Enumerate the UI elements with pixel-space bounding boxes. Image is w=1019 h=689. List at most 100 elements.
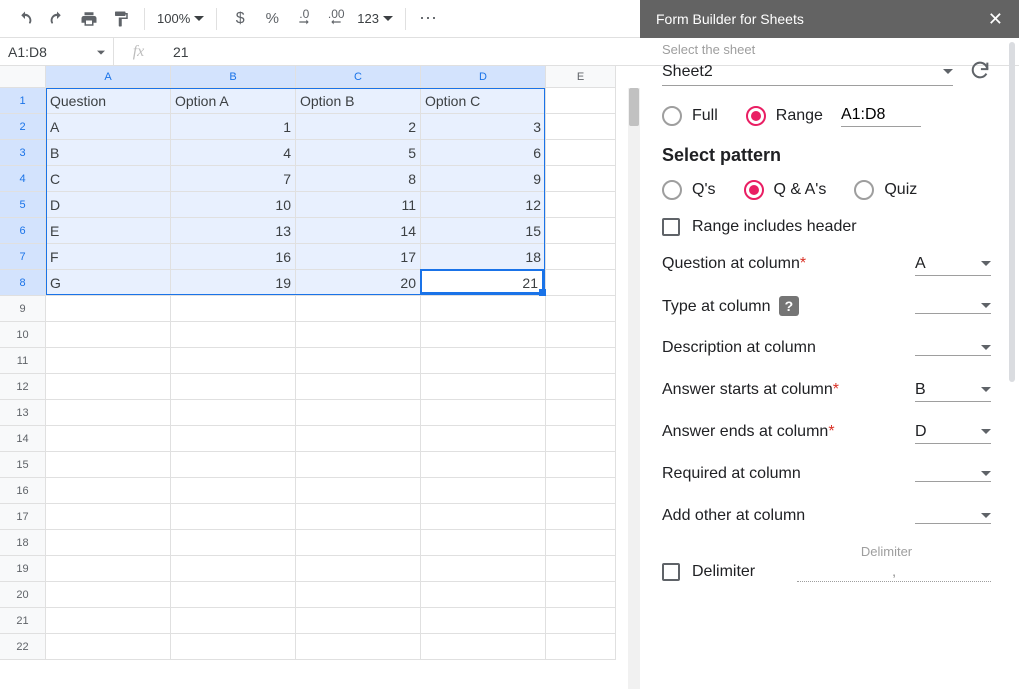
row-header[interactable]: 7: [0, 244, 46, 270]
cell[interactable]: [421, 322, 546, 348]
cell[interactable]: G: [46, 270, 171, 296]
currency-button[interactable]: $: [225, 4, 255, 34]
cell[interactable]: [546, 348, 616, 374]
cell[interactable]: [296, 608, 421, 634]
row-header[interactable]: 15: [0, 452, 46, 478]
cell[interactable]: [421, 582, 546, 608]
cell[interactable]: [421, 504, 546, 530]
include-header-checkbox[interactable]: [662, 218, 680, 236]
select-all-corner[interactable]: [0, 66, 46, 88]
row-header[interactable]: 18: [0, 530, 46, 556]
cell[interactable]: 1: [171, 114, 296, 140]
cell[interactable]: [296, 582, 421, 608]
cell[interactable]: 9: [421, 166, 546, 192]
row-header[interactable]: 20: [0, 582, 46, 608]
print-button[interactable]: [74, 4, 104, 34]
cell[interactable]: 16: [171, 244, 296, 270]
name-box[interactable]: A1:D8: [0, 38, 113, 65]
row-header[interactable]: 17: [0, 504, 46, 530]
cell[interactable]: [421, 556, 546, 582]
cell[interactable]: 20: [296, 270, 421, 296]
cell[interactable]: [546, 114, 616, 140]
cell[interactable]: [421, 400, 546, 426]
cell[interactable]: 17: [296, 244, 421, 270]
required-col-dropdown[interactable]: [915, 467, 991, 482]
close-sidebar-button[interactable]: ✕: [988, 9, 1003, 30]
cell[interactable]: 6: [421, 140, 546, 166]
cell[interactable]: [421, 608, 546, 634]
answer-end-col-dropdown[interactable]: D: [915, 421, 991, 444]
decrease-decimal-button[interactable]: .0: [289, 4, 319, 34]
paint-format-button[interactable]: [106, 4, 136, 34]
cell[interactable]: Question: [46, 88, 171, 114]
cell[interactable]: 19: [171, 270, 296, 296]
row-header[interactable]: 6: [0, 218, 46, 244]
cell[interactable]: [546, 192, 616, 218]
cell[interactable]: [46, 556, 171, 582]
cell[interactable]: 3: [421, 114, 546, 140]
undo-button[interactable]: [10, 4, 40, 34]
cell[interactable]: 7: [171, 166, 296, 192]
range-input[interactable]: [841, 104, 921, 127]
cell[interactable]: B: [46, 140, 171, 166]
cell[interactable]: [296, 452, 421, 478]
cell[interactable]: [46, 374, 171, 400]
cell[interactable]: [546, 270, 616, 296]
cell[interactable]: [46, 634, 171, 660]
cell[interactable]: A: [46, 114, 171, 140]
cell[interactable]: 21: [421, 270, 546, 296]
cell[interactable]: 11: [296, 192, 421, 218]
addother-col-dropdown[interactable]: [915, 509, 991, 524]
cell[interactable]: [546, 634, 616, 660]
cell[interactable]: [171, 582, 296, 608]
cell[interactable]: [171, 504, 296, 530]
cell[interactable]: [421, 452, 546, 478]
cell[interactable]: [46, 504, 171, 530]
cell[interactable]: [421, 530, 546, 556]
cell[interactable]: [46, 400, 171, 426]
cell[interactable]: [546, 452, 616, 478]
cell[interactable]: [171, 556, 296, 582]
cell[interactable]: [46, 348, 171, 374]
cell[interactable]: Option C: [421, 88, 546, 114]
cell[interactable]: [546, 400, 616, 426]
cell[interactable]: [546, 530, 616, 556]
cell[interactable]: [46, 530, 171, 556]
cell[interactable]: 18: [421, 244, 546, 270]
cell[interactable]: [421, 374, 546, 400]
cell[interactable]: [546, 608, 616, 634]
row-header[interactable]: 11: [0, 348, 46, 374]
cell[interactable]: [296, 374, 421, 400]
cell[interactable]: [296, 634, 421, 660]
range-radio[interactable]: [746, 106, 766, 126]
row-header[interactable]: 21: [0, 608, 46, 634]
cell[interactable]: [296, 348, 421, 374]
cell[interactable]: [171, 634, 296, 660]
cell[interactable]: [546, 218, 616, 244]
cell[interactable]: [296, 400, 421, 426]
cell[interactable]: [46, 478, 171, 504]
row-header[interactable]: 12: [0, 374, 46, 400]
question-col-dropdown[interactable]: A: [915, 253, 991, 276]
percent-button[interactable]: %: [257, 4, 287, 34]
cell[interactable]: 4: [171, 140, 296, 166]
cell[interactable]: [296, 478, 421, 504]
cell[interactable]: [546, 166, 616, 192]
more-formats-dropdown[interactable]: 123: [353, 11, 397, 26]
cell[interactable]: [546, 582, 616, 608]
cell[interactable]: [546, 140, 616, 166]
cell[interactable]: [296, 556, 421, 582]
column-header[interactable]: E: [546, 66, 616, 88]
cell[interactable]: [296, 530, 421, 556]
cell[interactable]: [46, 582, 171, 608]
cell[interactable]: [546, 244, 616, 270]
cell[interactable]: [171, 322, 296, 348]
cell[interactable]: [46, 296, 171, 322]
cell[interactable]: 5: [296, 140, 421, 166]
row-header[interactable]: 2: [0, 114, 46, 140]
sheet-dropdown[interactable]: Sheet2: [662, 59, 953, 86]
cell[interactable]: [546, 556, 616, 582]
cell[interactable]: [546, 322, 616, 348]
cell[interactable]: 13: [171, 218, 296, 244]
cell[interactable]: [421, 426, 546, 452]
